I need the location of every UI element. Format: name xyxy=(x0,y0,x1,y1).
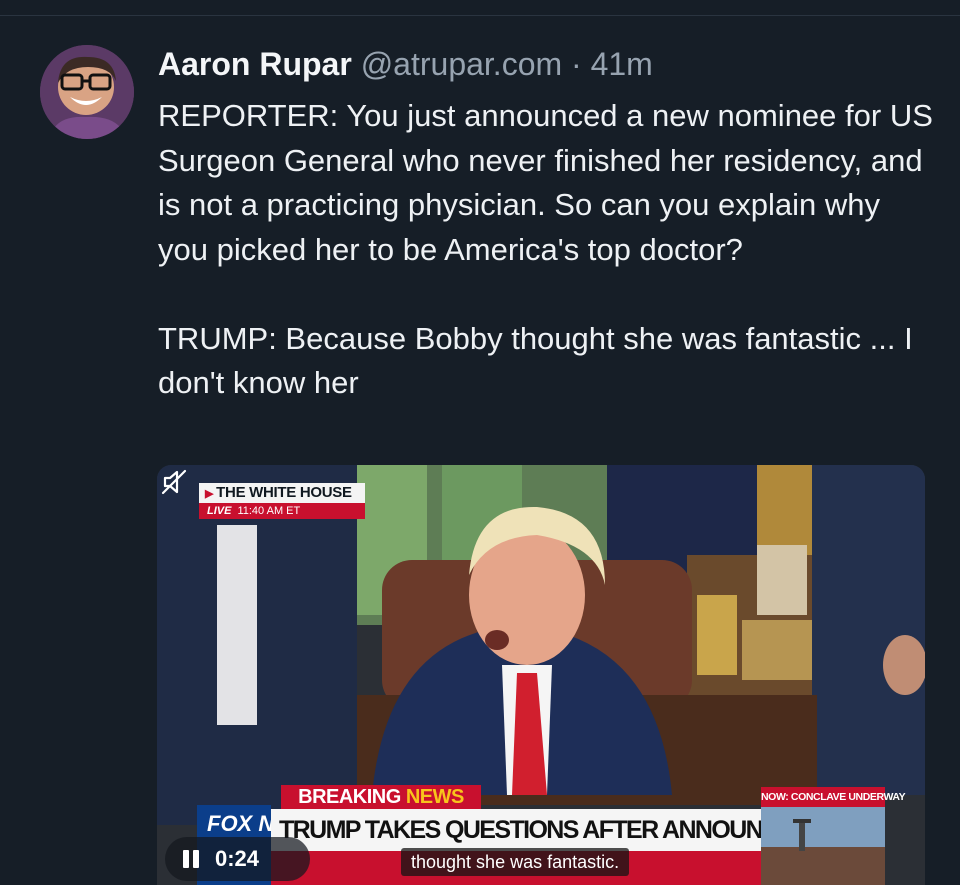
elapsed-time: 0:24 xyxy=(215,846,260,871)
playback-controls[interactable]: 0:24 xyxy=(165,837,310,881)
post-timestamp[interactable]: 41m xyxy=(591,46,653,82)
location-lower-third: ▶ THE WHITE HOUSE LIVE 11:40 AM ET xyxy=(199,483,365,519)
play-arrow-icon: ▶ xyxy=(205,488,214,500)
author-name[interactable]: Aaron Rupar xyxy=(158,46,352,82)
side-panel-image xyxy=(761,807,885,885)
author-handle[interactable]: @atrupar.com xyxy=(361,46,562,82)
closed-caption: thought she was fantastic. xyxy=(401,848,630,876)
avatar-photo xyxy=(40,45,134,139)
pause-icon[interactable] xyxy=(183,850,201,868)
author-avatar[interactable] xyxy=(40,45,134,139)
post-header: Aaron Rupar @atrupar.com · 41m xyxy=(158,42,653,86)
live-time: 11:40 AM ET xyxy=(237,505,301,517)
muted-speaker-icon[interactable] xyxy=(157,465,191,499)
side-panel-label: NOW: CONCLAVE UNDERWAY xyxy=(761,787,906,807)
location-label: THE WHITE HOUSE xyxy=(216,484,352,501)
breaking-news-banner: BREAKING NEWS xyxy=(281,785,481,809)
top-divider xyxy=(0,15,960,16)
post-body: REPORTER: You just announced a new nomin… xyxy=(158,98,933,400)
header-separator: · xyxy=(571,46,582,82)
breaking-label: BREAKING xyxy=(298,786,401,808)
live-label: LIVE xyxy=(207,505,232,517)
news-label: NEWS xyxy=(405,786,465,808)
rooftop-image xyxy=(761,807,885,885)
news-headline: TRUMP TAKES QUESTIONS AFTER ANNOUNCING T… xyxy=(271,809,766,851)
video-player[interactable]: ▶ THE WHITE HOUSE LIVE 11:40 AM ET FOX NEW… xyxy=(157,465,925,885)
